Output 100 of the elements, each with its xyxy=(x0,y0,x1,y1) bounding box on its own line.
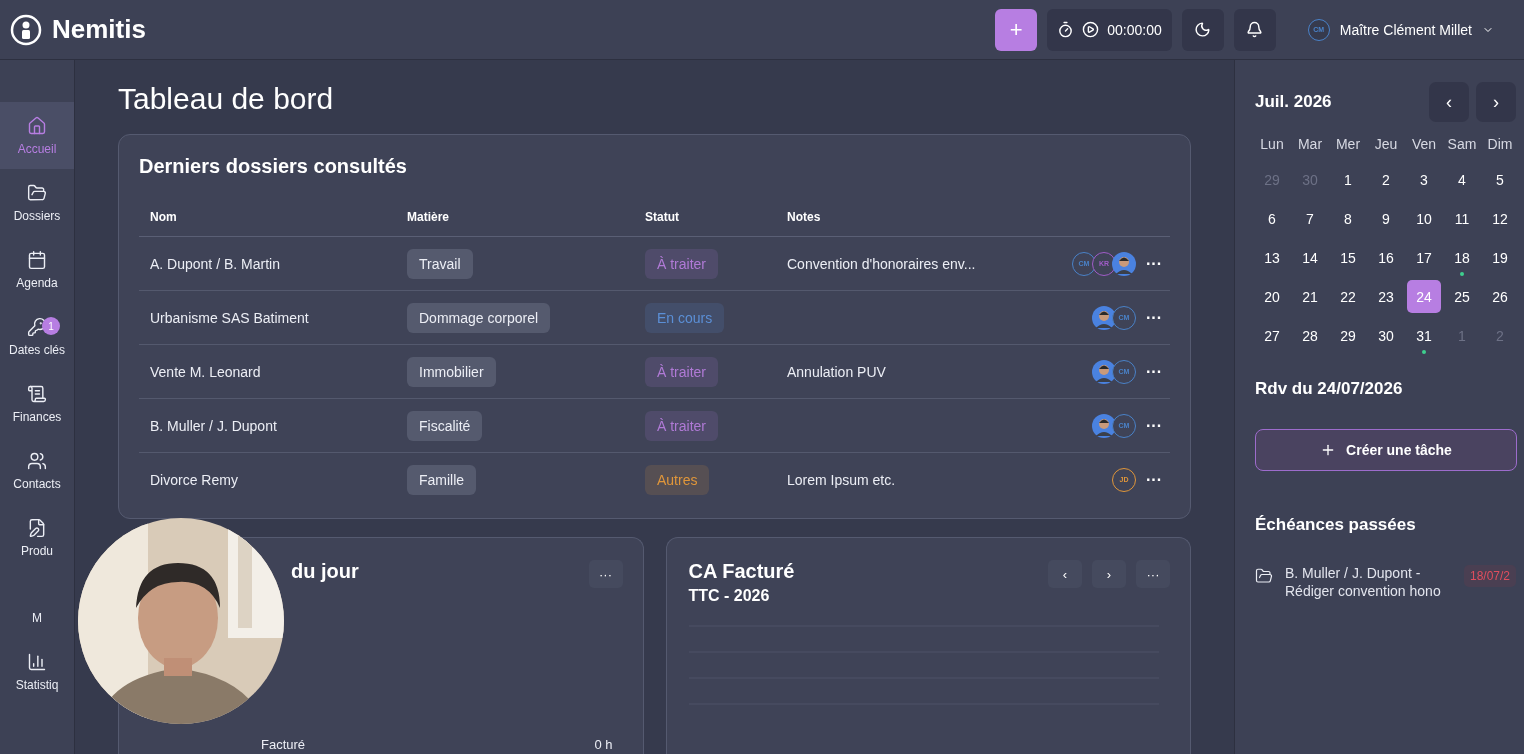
timer-value: 00:00:00 xyxy=(1107,21,1162,38)
file-name: Urbanisme SAS Batiment xyxy=(150,309,310,326)
people-icon xyxy=(27,450,47,471)
play-icon[interactable] xyxy=(1082,21,1100,38)
subject-tag: Fiscalité xyxy=(407,410,483,441)
more-button[interactable]: ··· xyxy=(1142,416,1166,435)
nav-item[interactable]: Agenda xyxy=(0,236,74,303)
calendar-day[interactable]: 21 xyxy=(1293,280,1327,313)
calendar-day[interactable]: 3 xyxy=(1407,163,1441,196)
calendar-day[interactable]: 9 xyxy=(1369,202,1403,235)
next-month-button[interactable]: › xyxy=(1476,82,1516,122)
subject-tag: Immobilier xyxy=(407,356,496,387)
calendar-day[interactable]: 10 xyxy=(1407,202,1441,235)
nav-item[interactable]: Contacts xyxy=(0,437,74,504)
weekday-label: Jeu xyxy=(1373,135,1399,154)
user-avatar xyxy=(1092,359,1116,384)
calendar-day[interactable]: 31 xyxy=(1407,319,1441,352)
more-button[interactable]: ··· xyxy=(1142,254,1166,273)
calendar-day[interactable]: 16 xyxy=(1369,241,1403,274)
folder-icon xyxy=(1255,567,1273,585)
calendar-day[interactable]: 12 xyxy=(1483,202,1517,235)
folder-icon xyxy=(27,182,47,203)
calendar-day[interactable]: 2 xyxy=(1369,163,1403,196)
calendar-day[interactable]: 18 xyxy=(1445,241,1479,274)
column-header: Matière xyxy=(407,210,451,224)
nav-item[interactable]: Statistiq xyxy=(0,638,74,705)
calendar-day[interactable]: 22 xyxy=(1331,280,1365,313)
weekday-label: Dim xyxy=(1486,135,1514,154)
previous-button[interactable]: ‹ xyxy=(1048,560,1082,588)
overdue-task[interactable]: B. Muller / J. Dupont - Rédiger convention hono xyxy=(1285,565,1445,600)
nav-item[interactable]: Dossiers xyxy=(0,169,74,236)
calendar-day[interactable]: 6 xyxy=(1255,202,1289,235)
user-avatar xyxy=(1092,413,1116,438)
file-notes: Convention d'honoraires env... xyxy=(787,255,977,272)
nav-item[interactable]: Finances xyxy=(0,370,74,437)
file-notes: Annulation PUV xyxy=(787,363,887,380)
calendar-month: Juil. 2026 xyxy=(1255,92,1333,112)
calendar-day[interactable]: 30 xyxy=(1369,319,1403,352)
calendar-day[interactable]: 17 xyxy=(1407,241,1441,274)
create-task-button[interactable]: Créer une tâche xyxy=(1255,429,1517,471)
calendar-day[interactable]: 28 xyxy=(1293,319,1327,352)
calendar-day[interactable]: 29 xyxy=(1331,319,1365,352)
more-button[interactable]: ··· xyxy=(1142,308,1166,327)
calendar-day[interactable]: 8 xyxy=(1331,202,1365,235)
file-name: Vente M. Leonard xyxy=(150,363,262,380)
calendar-day[interactable]: 7 xyxy=(1293,202,1327,235)
column-header: Notes xyxy=(787,210,822,224)
notifications-button[interactable] xyxy=(1233,8,1276,51)
subject-tag: Dommage corporel xyxy=(407,302,551,333)
bell-icon xyxy=(1246,21,1264,38)
card-subtitle: TTC - 2026 xyxy=(688,587,771,605)
calendar-day[interactable]: 1 xyxy=(1331,163,1365,196)
file-edit-icon xyxy=(27,517,47,538)
weekday-label: Mer xyxy=(1334,135,1362,154)
nav-item[interactable]: M xyxy=(0,571,74,638)
more-button[interactable]: ··· xyxy=(1136,560,1170,588)
dark-mode-button[interactable] xyxy=(1181,8,1224,51)
page-title: Tableau de bord xyxy=(118,82,335,116)
calendar-day[interactable]: 14 xyxy=(1293,241,1327,274)
more-button[interactable]: ··· xyxy=(1142,362,1166,381)
calendar-day[interactable]: 4 xyxy=(1445,163,1479,196)
due-date: 18/07/2 xyxy=(1463,565,1516,587)
status-tag: À traiter xyxy=(645,248,718,279)
calendar-day[interactable]: 5 xyxy=(1483,163,1517,196)
stopwatch-icon[interactable] xyxy=(1057,21,1075,38)
calendar-day[interactable]: 26 xyxy=(1483,280,1517,313)
nav-item[interactable]: Dates clés 1 xyxy=(0,303,74,370)
legend-value: 0 h xyxy=(594,737,613,752)
file-name: A. Dupont / B. Martin xyxy=(150,255,281,272)
user-avatar xyxy=(1112,251,1136,276)
calendar-day[interactable]: 27 xyxy=(1255,319,1289,352)
bar-chart-icon xyxy=(27,651,47,672)
calendar-day[interactable]: 13 xyxy=(1255,241,1289,274)
user-avatar xyxy=(1092,305,1116,330)
column-header: Statut xyxy=(645,210,680,224)
calendar-day[interactable]: 11 xyxy=(1445,202,1479,235)
calendar-day[interactable]: 25 xyxy=(1445,280,1479,313)
more-button[interactable]: ··· xyxy=(588,560,623,588)
status-tag: En cours xyxy=(645,302,725,333)
calendar-day[interactable]: 19 xyxy=(1483,241,1517,274)
next-button[interactable]: › xyxy=(1092,560,1126,588)
column-header: Nom xyxy=(150,210,178,224)
file-name: B. Muller / J. Dupont xyxy=(150,417,278,434)
home-icon xyxy=(27,115,47,136)
nav-item[interactable]: Produ xyxy=(0,504,74,571)
previous-month-button[interactable]: ‹ xyxy=(1429,82,1469,122)
file-name: Divorce Remy xyxy=(150,471,239,488)
calendar-day[interactable]: 20 xyxy=(1255,280,1289,313)
legend-label: Facturé xyxy=(261,737,306,752)
weekday-label: Sam xyxy=(1446,135,1478,154)
card-title: du jour xyxy=(291,560,359,583)
calendar-day[interactable]: 23 xyxy=(1369,280,1403,313)
key-icon xyxy=(27,316,47,337)
calendar-day[interactable]: 15 xyxy=(1331,241,1365,274)
card-title: Derniers dossiers consultés xyxy=(139,155,408,178)
file-notes: Lorem Ipsum etc. xyxy=(787,471,897,488)
moon-icon xyxy=(1194,21,1212,38)
status-tag: Autres xyxy=(645,464,710,495)
count-badge: 1 xyxy=(42,317,60,335)
more-button[interactable]: ··· xyxy=(1142,470,1166,489)
